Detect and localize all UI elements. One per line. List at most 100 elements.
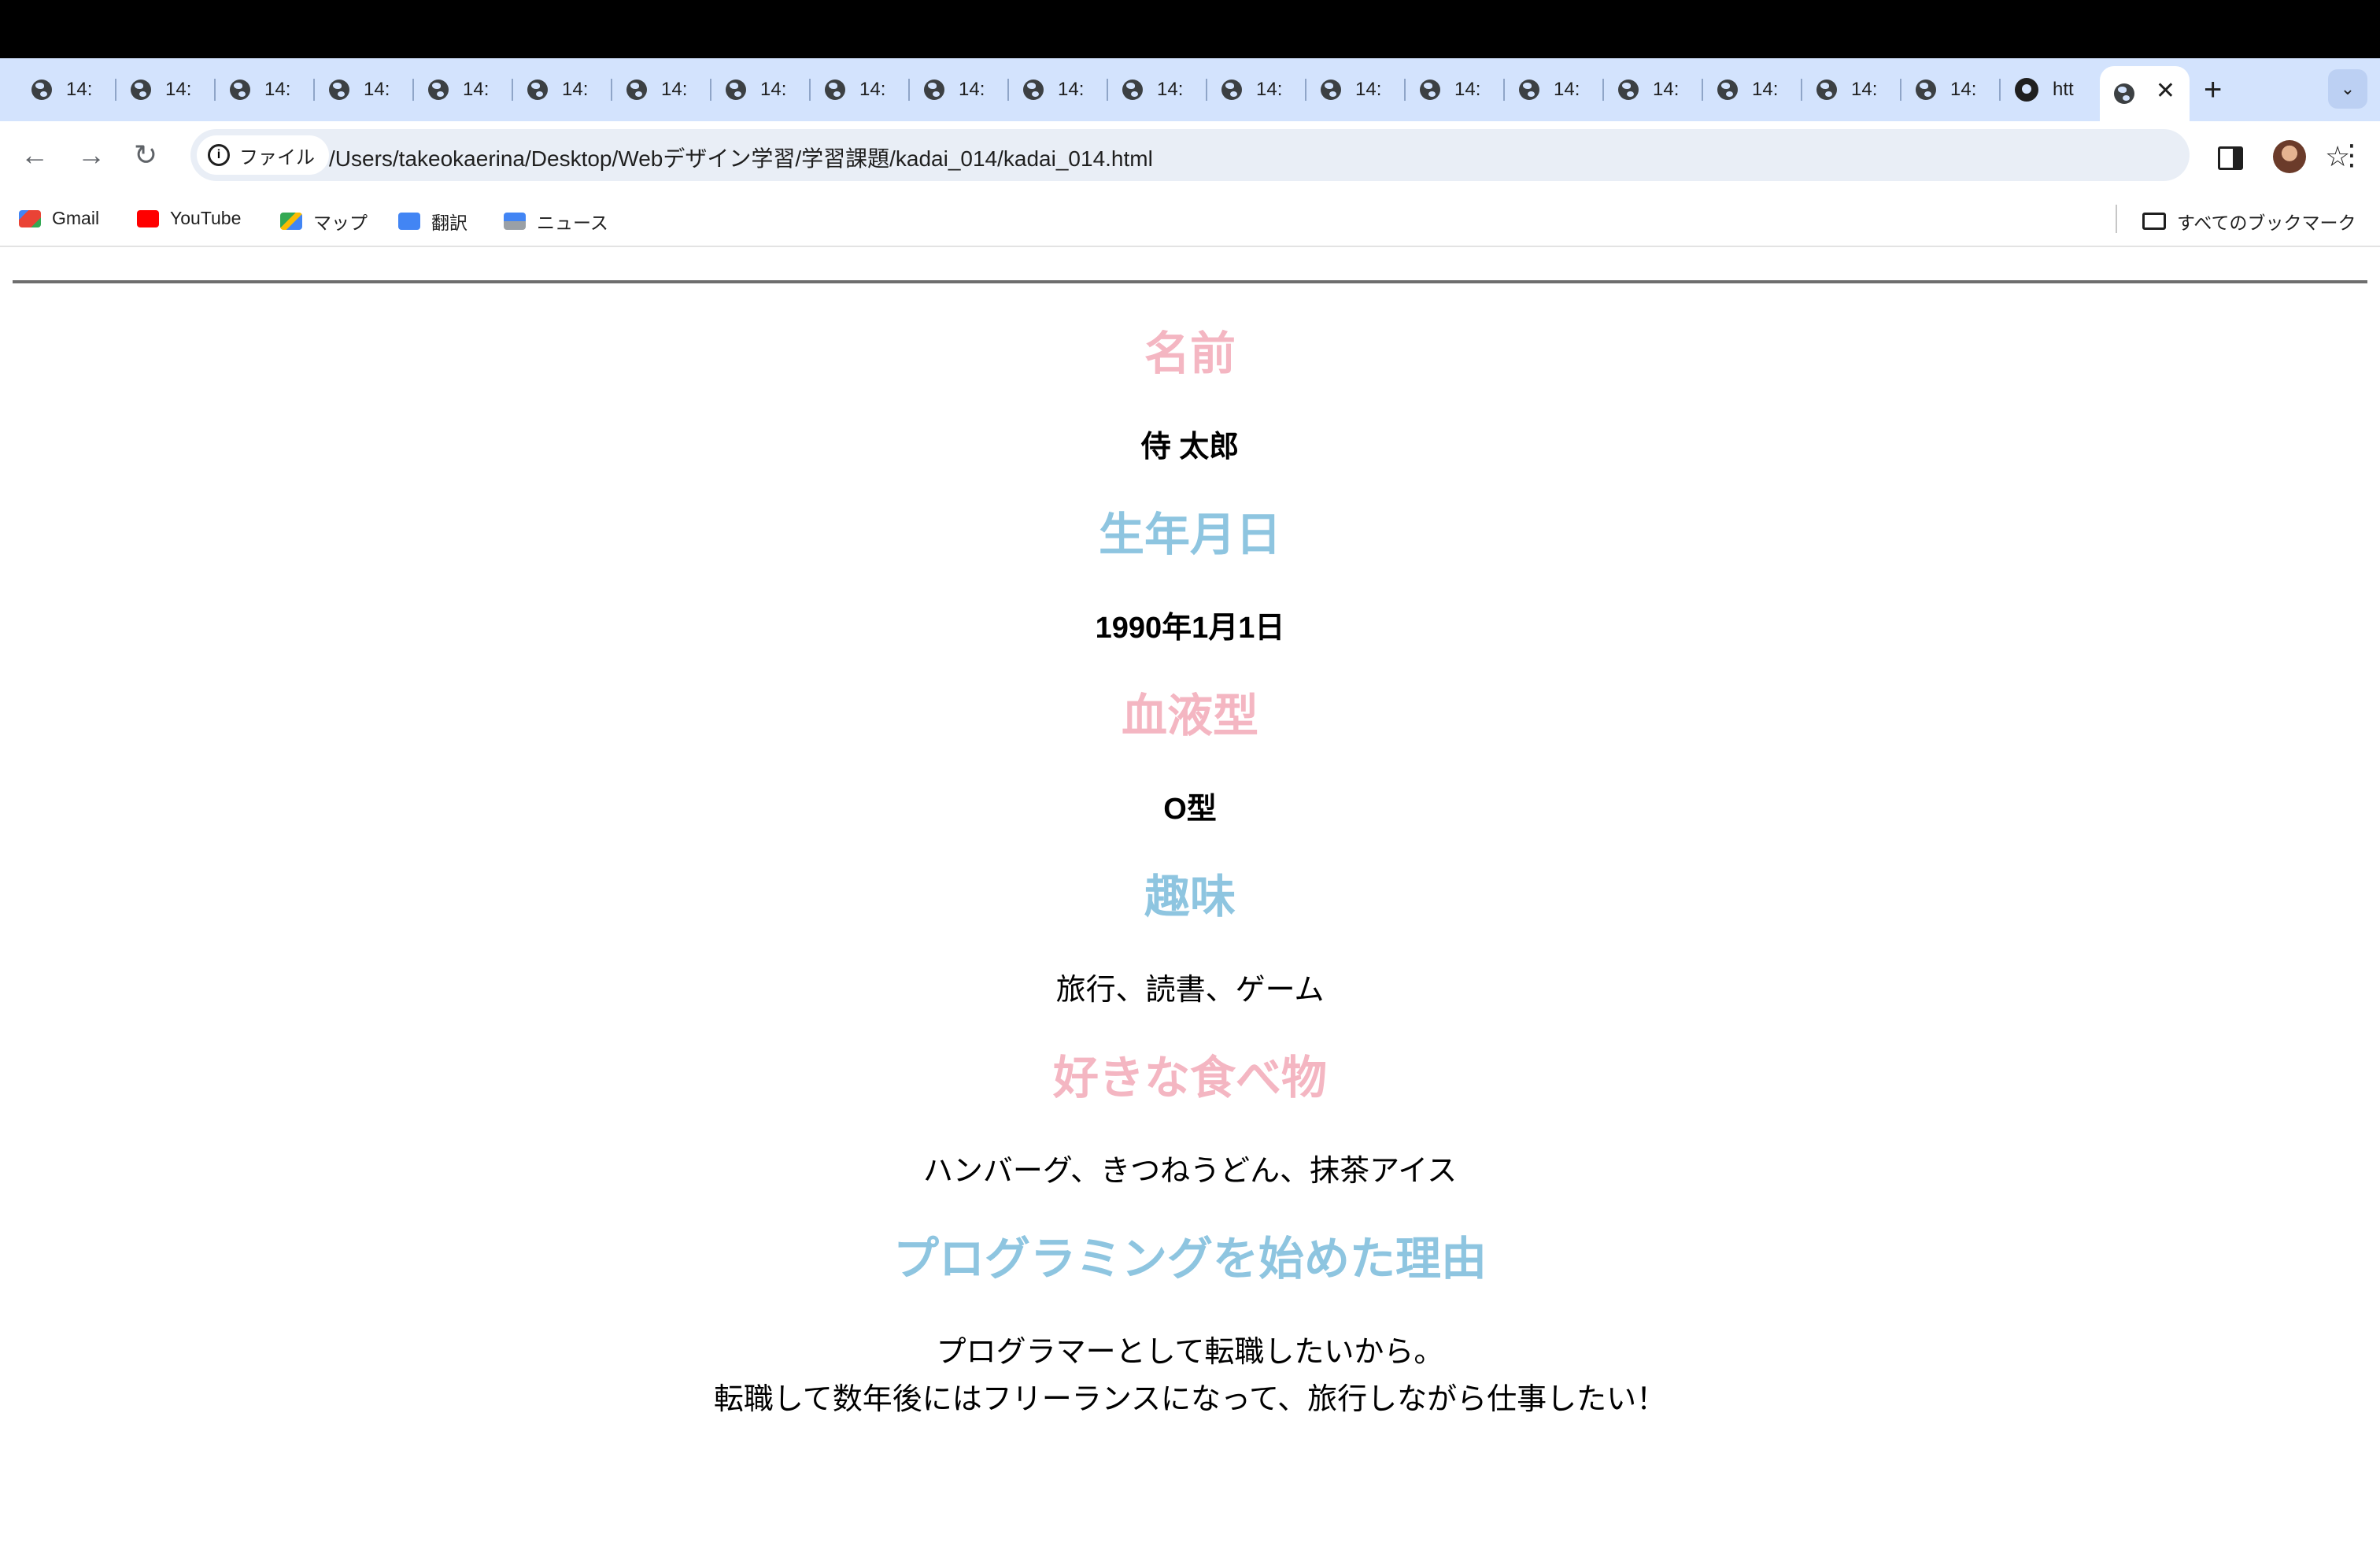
bookmark-maps[interactable]: マップ: [280, 208, 368, 235]
globe-icon: [1717, 80, 1738, 100]
bookmark-youtube[interactable]: YouTube: [137, 208, 241, 229]
side-panel-icon[interactable]: [2218, 146, 2243, 170]
globe-icon: [31, 80, 52, 100]
globe-icon: [825, 80, 845, 100]
window-titlebar: [0, 0, 2380, 58]
logo-glyph: ​: [1131, 247, 1249, 280]
bookmarks-separator: [2116, 205, 2117, 233]
back-button[interactable]: ←: [20, 139, 49, 172]
tab[interactable]: 14:: [315, 68, 414, 112]
address-bar[interactable]: i ファイル /Users/takeokaerina/Desktop/Webデザ…: [190, 129, 2350, 181]
site-info-label: ファイル: [239, 146, 315, 168]
all-bookmarks-button[interactable]: すべてのブックマーク: [2142, 208, 2356, 235]
url-text[interactable]: /Users/takeokaerina/Desktop/Webデザイン学習/学習…: [329, 142, 1153, 173]
tab[interactable]: 14:: [1505, 68, 1604, 112]
value-birthday: 1990年1月1日: [1095, 612, 1285, 645]
logo-glyph: ​: [1603, 247, 1721, 280]
value-programming-reason-line1: プログラマーとして転職したいから。: [936, 1336, 1444, 1369]
globe-icon: [1023, 80, 1044, 100]
tab[interactable]: 14:: [1604, 68, 1703, 112]
tab[interactable]: 14:: [1703, 68, 1802, 112]
new-tab-button[interactable]: +: [2204, 72, 2222, 108]
avatar[interactable]: [2273, 140, 2306, 173]
globe-icon: [527, 80, 548, 100]
folder-icon: [2142, 213, 2166, 230]
maps-icon: [280, 213, 302, 230]
page-content: ​ ​ ​ ​ ​ ​ ​ ​ ​ 名前 侍 太郎 生年月日 1990年1月1日…: [0, 247, 2380, 1546]
globe-icon: [1221, 80, 1242, 100]
translate-icon: [398, 213, 420, 230]
tab[interactable]: 14:: [1901, 68, 2001, 112]
tab[interactable]: 14:: [612, 68, 711, 112]
tab-strip: 14: 14: 14: 14: 14: 14: 14: 14: 14: 14: …: [0, 58, 2380, 121]
globe-icon: [428, 80, 449, 100]
heading-programming-reason: プログラミングを始めた理由: [893, 1233, 1487, 1285]
value-programming-reason-line2: 転職して数年後にはフリーランスになって、旅行しながら仕事したい！: [713, 1383, 1667, 1416]
heading-hobbies: 趣味: [1144, 871, 1236, 923]
tab[interactable]: 14:: [811, 68, 910, 112]
globe-icon: [131, 80, 151, 100]
youtube-icon: [137, 209, 159, 227]
globe-icon: [626, 80, 647, 100]
bookmark-news[interactable]: ニュース: [504, 208, 608, 235]
heading-favorite-food: 好きな食べ物: [1052, 1052, 1327, 1104]
logo-glyph: ​: [895, 247, 1013, 280]
tab[interactable]: 14:: [1406, 68, 1505, 112]
tab-active[interactable]: ✕: [2100, 66, 2190, 121]
tab[interactable]: 14:: [1802, 68, 1901, 112]
logo-glyph: ​: [777, 247, 895, 280]
globe-icon: [924, 80, 944, 100]
logo-glyph: ​: [1013, 247, 1131, 280]
page-logo-cropped: ​ ​ ​ ​ ​ ​ ​ ​ ​: [0, 247, 2380, 280]
value-name: 侍 太郎: [1140, 431, 1240, 464]
profile-list: 名前 侍 太郎 生年月日 1990年1月1日 血液型 O型 趣味 旅行、読書、ゲ…: [0, 326, 2380, 1459]
reload-button[interactable]: ↻: [134, 139, 157, 172]
tab[interactable]: 14:: [414, 68, 513, 112]
tab[interactable]: 14:: [17, 68, 116, 112]
news-icon: [504, 213, 526, 230]
value-hobbies: 旅行、読書、ゲーム: [1055, 974, 1325, 1007]
globe-icon: [1916, 80, 1936, 100]
heading-blood-type: 血液型: [1121, 690, 1258, 742]
tab[interactable]: 14:: [216, 68, 315, 112]
tab[interactable]: 14:: [116, 68, 216, 112]
bookmarks-bar: Gmail YouTube マップ 翻訳 ニュース すべてのブックマーク: [0, 194, 2380, 247]
header-divider: [13, 280, 2367, 283]
globe-icon: [2114, 83, 2134, 104]
logo-glyph: ​: [1249, 247, 1367, 280]
globe-icon: [1420, 80, 1440, 100]
globe-icon: [1321, 80, 1341, 100]
globe-icon: [329, 80, 349, 100]
globe-icon: [230, 80, 250, 100]
globe-icon: [1122, 80, 1143, 100]
heading-birthday: 生年月日: [1098, 509, 1281, 560]
heading-name: 名前: [1144, 328, 1236, 379]
browser-toolbar: ← → ↻ i ファイル /Users/takeokaerina/Desktop…: [0, 121, 2380, 194]
tab[interactable]: 14:: [1306, 68, 1406, 112]
logo-glyph: ​: [1485, 247, 1603, 280]
github-icon: [2015, 78, 2038, 102]
bookmark-translate[interactable]: 翻訳: [398, 208, 468, 235]
tab[interactable]: 14:: [1207, 68, 1306, 112]
info-icon: i: [208, 144, 230, 166]
tab[interactable]: 14:: [1009, 68, 1108, 112]
tab[interactable]: 14:: [910, 68, 1009, 112]
globe-icon: [1519, 80, 1539, 100]
value-blood-type: O型: [1163, 793, 1217, 826]
tab-github[interactable]: htt: [2001, 68, 2100, 112]
logo-glyph: ​: [659, 247, 777, 280]
forward-button[interactable]: →: [77, 139, 105, 172]
globe-icon: [1618, 80, 1639, 100]
bookmark-gmail[interactable]: Gmail: [19, 208, 99, 229]
value-favorite-food: ハンバーグ、きつねうどん、抹茶アイス: [922, 1155, 1458, 1188]
globe-icon: [726, 80, 746, 100]
tab[interactable]: 14:: [1108, 68, 1207, 112]
logo-glyph: ​: [1367, 247, 1485, 280]
tab[interactable]: 14:: [711, 68, 811, 112]
tab[interactable]: 14:: [513, 68, 612, 112]
site-info-chip[interactable]: i ファイル: [197, 135, 329, 175]
tab-search-button[interactable]: ⌄: [2328, 69, 2367, 109]
globe-icon: [1816, 80, 1837, 100]
close-tab-icon[interactable]: ✕: [2156, 77, 2175, 105]
menu-icon[interactable]: ⋮: [2338, 139, 2366, 172]
